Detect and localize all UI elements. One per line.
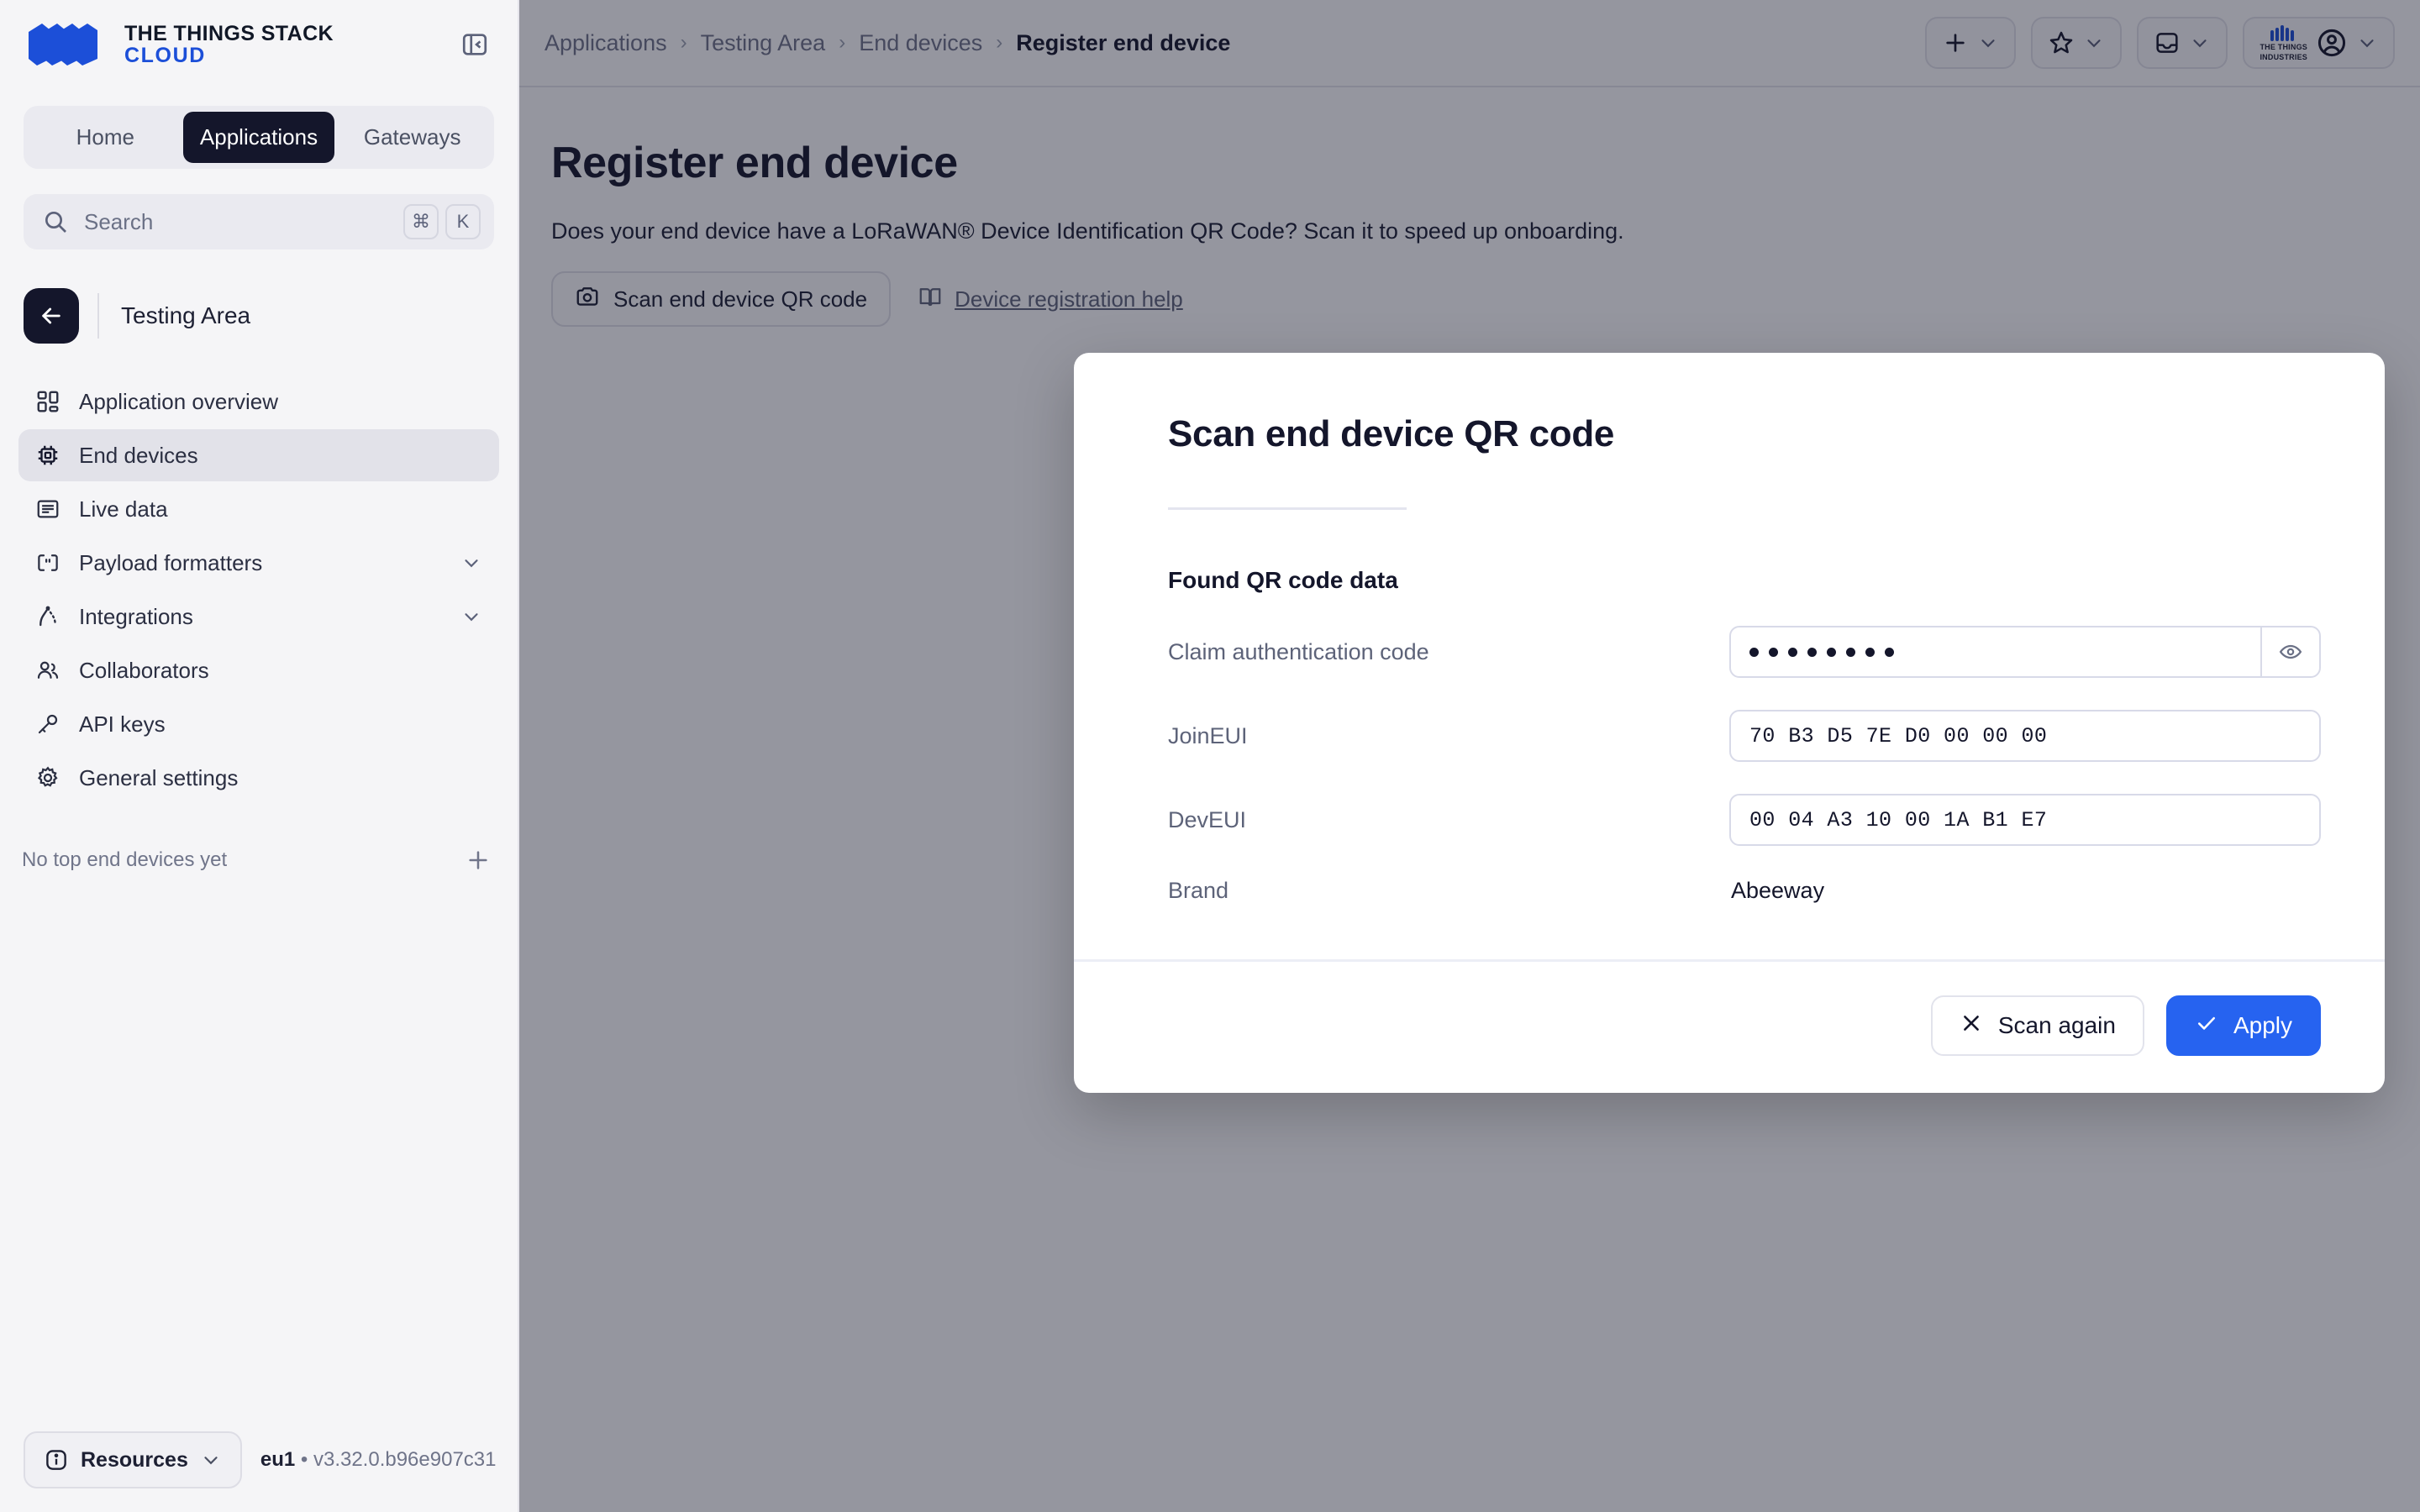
panel-collapse-icon	[462, 34, 487, 55]
search-icon	[45, 212, 66, 233]
app-root: THE THINGS STACK CLOUD Home Applications…	[0, 0, 2420, 1512]
sidebar-item-label: API keys	[79, 711, 166, 737]
eye-icon	[2279, 644, 2302, 659]
segment-applications[interactable]: Applications	[182, 112, 335, 163]
brand-line-2: CLOUD	[124, 44, 206, 67]
toggle-password-visibility-button[interactable]	[2260, 627, 2319, 676]
joineui-input[interactable]: 70 B3 D5 7E D0 00 00 00	[1729, 710, 2321, 762]
sidebar-header: THE THINGS STACK CLOUD	[0, 0, 518, 89]
empty-devices-row: No top end devices yet	[22, 846, 492, 874]
field-label: Claim authentication code	[1168, 638, 1429, 664]
sidebar-item-end-devices[interactable]: End devices	[18, 429, 499, 481]
sidebar-item-label: General settings	[79, 764, 239, 790]
sidebar-item-label: End devices	[79, 442, 198, 468]
brand-value: Abeeway	[1731, 878, 1825, 903]
things-stack-logo-icon	[29, 24, 97, 66]
main-area: Applications › Testing Area › End device…	[519, 0, 2420, 1512]
back-button[interactable]	[24, 288, 79, 344]
search-kbd-cmd: ⌘	[403, 204, 439, 239]
sidebar-item-label: Collaborators	[79, 657, 209, 683]
modal-body: Scan end device QR code Found QR code da…	[1074, 353, 2385, 959]
brand-wordmark: THE THINGS STACK CLOUD	[124, 23, 334, 66]
modal-footer: Scan again Apply	[1074, 959, 2385, 1093]
deveui-input[interactable]: 00 04 A3 10 00 1A B1 E7	[1729, 794, 2321, 846]
sidebar-item-label: Integrations	[79, 603, 193, 629]
sidebar-item-label: Live data	[79, 496, 168, 522]
version-separator: •	[300, 1448, 308, 1471]
header-divider	[97, 293, 99, 339]
sidebar-collapse-button[interactable]	[455, 25, 494, 64]
brand-line-1: THE THINGS STACK	[124, 22, 334, 45]
brand-logo[interactable]: THE THINGS STACK CLOUD	[25, 22, 455, 67]
field-row-deveui: DevEUI 00 04 A3 10 00 1A B1 E7	[1168, 794, 2321, 846]
grid-icon	[34, 387, 62, 416]
search-input[interactable]: Search ⌘ K	[24, 194, 494, 249]
sidebar-item-application-overview[interactable]: Application overview	[18, 375, 499, 428]
resources-button[interactable]: Resources	[24, 1431, 242, 1488]
search-kbd-k: K	[445, 204, 481, 239]
sidebar-item-label: Payload formatters	[79, 549, 263, 575]
field-row-claim-authentication-code: Claim authentication code	[1168, 626, 2321, 678]
modal-divider	[1168, 507, 1407, 510]
key-icon	[34, 710, 62, 738]
code-brackets-icon	[34, 549, 62, 577]
integrations-icon	[34, 602, 62, 631]
segment-gateways[interactable]: Gateways	[336, 112, 488, 163]
field-control: 00 04 A3 10 00 1A B1 E7	[1729, 794, 2321, 846]
field-label: JoinEUI	[1168, 722, 1248, 748]
scan-qr-code-modal: Scan end device QR code Found QR code da…	[1074, 353, 2385, 1093]
sidebar-footer: Resources eu1 • v3.32.0.b96e907c31	[0, 1431, 518, 1512]
plus-icon	[469, 851, 487, 869]
sidebar-nav: Application overview End devices Live da…	[18, 375, 499, 804]
cluster-name: eu1	[260, 1448, 296, 1471]
empty-devices-text: No top end devices yet	[22, 848, 228, 871]
check-icon	[2195, 1011, 2218, 1041]
field-row-brand: Brand Abeeway	[1168, 878, 2321, 904]
info-icon	[46, 1450, 66, 1470]
scan-again-label: Scan again	[1997, 1012, 2116, 1038]
gear-icon	[34, 764, 62, 792]
field-control: 70 B3 D5 7E D0 00 00 00	[1729, 710, 2321, 762]
field-label: Brand	[1168, 878, 1229, 903]
field-control: Abeeway	[1729, 878, 2321, 904]
apply-button[interactable]: Apply	[2165, 995, 2321, 1056]
scan-again-button[interactable]: Scan again	[1930, 995, 2144, 1056]
close-icon	[1960, 1011, 1983, 1041]
password-mask	[1749, 647, 2260, 657]
chevron-down-icon[interactable]	[460, 552, 482, 574]
sidebar-item-payload-formatters[interactable]: Payload formatters	[18, 537, 499, 589]
context-switcher: Home Applications Gateways	[24, 106, 494, 169]
apply-label: Apply	[2233, 1012, 2292, 1038]
application-name: Testing Area	[121, 302, 251, 328]
search-placeholder: Search	[84, 208, 154, 234]
add-device-button[interactable]	[464, 846, 492, 874]
version-info: eu1 • v3.32.0.b96e907c31	[260, 1448, 497, 1472]
sidebar-item-collaborators[interactable]: Collaborators	[18, 644, 499, 696]
resources-label: Resources	[81, 1447, 188, 1472]
list-icon	[34, 495, 62, 523]
chevron-down-icon[interactable]	[460, 606, 482, 627]
field-label: DevEUI	[1168, 806, 1247, 832]
application-header: Testing Area	[24, 288, 494, 344]
sidebar-item-label: Application overview	[79, 388, 279, 414]
modal-section-title: Found QR code data	[1168, 567, 1398, 593]
segment-home[interactable]: Home	[29, 112, 182, 163]
sidebar: THE THINGS STACK CLOUD Home Applications…	[0, 0, 519, 1512]
field-control	[1729, 626, 2321, 678]
sidebar-item-general-settings[interactable]: General settings	[18, 752, 499, 804]
modal-title: Scan end device QR code	[1168, 413, 1615, 454]
users-icon	[34, 656, 62, 685]
sidebar-item-live-data[interactable]: Live data	[18, 483, 499, 535]
field-row-joineui: JoinEUI 70 B3 D5 7E D0 00 00 00	[1168, 710, 2321, 762]
sidebar-item-integrations[interactable]: Integrations	[18, 591, 499, 643]
sidebar-item-api-keys[interactable]: API keys	[18, 698, 499, 750]
chip-icon	[34, 441, 62, 470]
version-number: v3.32.0.b96e907c31	[313, 1448, 497, 1471]
arrow-left-icon	[42, 307, 60, 324]
claim-authentication-code-input[interactable]	[1729, 626, 2321, 678]
chevron-down-icon	[204, 1457, 218, 1465]
